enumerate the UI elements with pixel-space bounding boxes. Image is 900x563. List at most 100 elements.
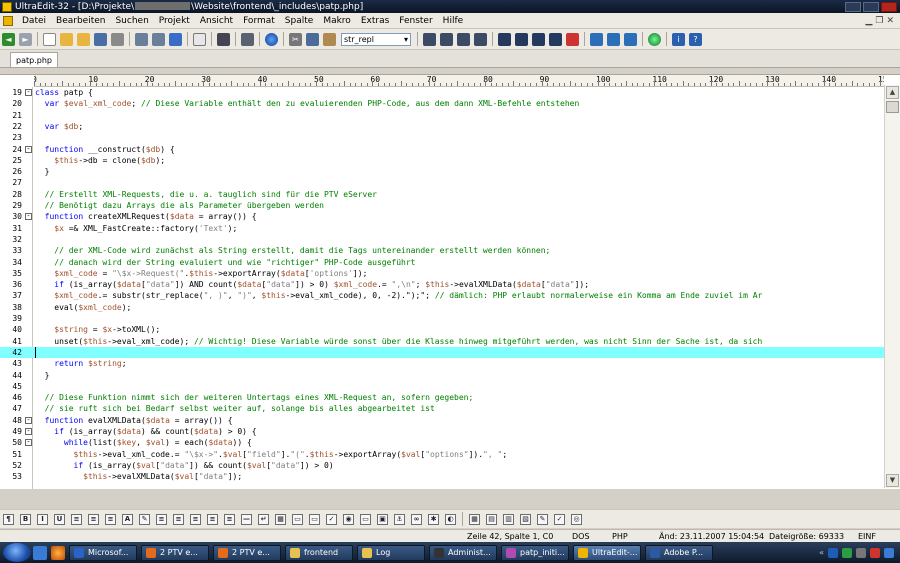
fold-toggle-icon[interactable]: - — [25, 439, 32, 447]
code-text[interactable]: // sie ruft sich bei Bedarf selbst weite… — [35, 403, 435, 414]
tray-expand-icon[interactable]: « — [819, 548, 824, 557]
find-icon[interactable] — [498, 32, 511, 46]
code-line[interactable]: 36 if (is_array($data["data"]) AND count… — [0, 279, 884, 290]
security-icon[interactable] — [870, 547, 880, 558]
code-text[interactable]: $this->eval_xml_code.= "\$x->".$val["fie… — [35, 449, 508, 460]
table-row-icon[interactable]: ▤ — [486, 513, 497, 525]
code-line[interactable]: 39 — [0, 313, 884, 324]
code-text[interactable]: $this->db = clone($db); — [35, 155, 165, 166]
close-button[interactable] — [881, 1, 897, 12]
css-icon[interactable]: ✎ — [537, 513, 548, 525]
code-text[interactable]: $xml_code.= substr(str_replace(", )", ")… — [35, 290, 762, 301]
table-icon[interactable]: ▦ — [275, 513, 286, 525]
anchor-icon[interactable]: ⚓ — [394, 513, 405, 525]
align-left-icon[interactable] — [423, 32, 436, 46]
start-button[interactable] — [3, 543, 31, 562]
taskbar-button[interactable]: Adobe P... — [645, 544, 713, 561]
code-line[interactable]: 45 — [0, 381, 884, 392]
fold-toggle-icon[interactable]: - — [25, 145, 32, 153]
checkbox-icon[interactable]: ✓ — [326, 513, 337, 525]
code-line[interactable]: 33 // der XML-Code wird zunächst als Str… — [0, 245, 884, 256]
forward-arrow-icon[interactable]: ► — [19, 32, 32, 46]
code-text[interactable]: $xml_code = "\$x->Request(".$this->expor… — [35, 268, 367, 279]
code-text[interactable]: $x =& XML_FastCreate::factory('Text'); — [35, 223, 237, 234]
table-properties-icon[interactable]: ▧ — [520, 513, 531, 525]
scroll-thumb[interactable] — [886, 101, 899, 113]
menu-hilfe[interactable]: Hilfe — [438, 16, 468, 26]
browser-preview-icon[interactable]: ◎ — [571, 513, 582, 525]
code-text[interactable]: $string = $x->toXML(); — [35, 324, 160, 335]
taskbar-button[interactable]: 2 PTV e... — [141, 544, 209, 561]
horizontal-rule-icon[interactable]: — — [241, 513, 252, 525]
html-paragraph-icon[interactable]: ¶ — [3, 513, 14, 525]
code-line[interactable]: 34 // danach wird der String evaluiert u… — [0, 257, 884, 268]
document-icon[interactable] — [3, 15, 13, 26]
menu-datei[interactable]: Datei — [17, 16, 51, 26]
doc-minimize-icon[interactable]: ▁ — [865, 16, 872, 26]
fold-toggle-icon[interactable]: - — [25, 213, 32, 221]
back-arrow-icon[interactable]: ◄ — [2, 32, 15, 46]
open-recent-icon[interactable] — [77, 32, 90, 46]
fold-toggle-icon[interactable]: - — [25, 89, 32, 96]
code-lines[interactable]: 19- class patp {20 var $eval_xml_code; //… — [0, 87, 884, 489]
outdent-icon[interactable]: ≡ — [224, 513, 235, 525]
code-line[interactable]: 37 $xml_code.= substr(str_replace(", )",… — [0, 290, 884, 301]
code-line[interactable]: 52 if (is_array($val["data"]) && count($… — [0, 460, 884, 471]
code-text[interactable]: return $string; — [35, 358, 126, 369]
copy-icon[interactable] — [306, 32, 319, 46]
bluetooth-icon[interactable] — [828, 547, 838, 558]
cut-icon[interactable]: ✂ — [289, 32, 302, 46]
code-text[interactable]: eval($xml_code); — [35, 302, 131, 313]
code-line[interactable]: 24- function __construct($db) { — [0, 144, 884, 155]
taskbar-button[interactable]: frontend — [285, 544, 353, 561]
chevron-down-icon[interactable]: ▾ — [404, 35, 408, 44]
editor-area[interactable]: 0102030405060708090100110120130140150 19… — [0, 74, 900, 489]
code-line[interactable]: 50- while(list($key, $val) = each($data)… — [0, 437, 884, 448]
menu-ansicht[interactable]: Ansicht — [195, 16, 238, 26]
minimize-button[interactable] — [845, 1, 861, 12]
code-text[interactable]: } — [35, 166, 50, 177]
unordered-list-icon[interactable]: ≡ — [88, 513, 99, 525]
code-text[interactable]: var $db; — [35, 121, 84, 132]
code-text[interactable]: class patp { — [35, 87, 93, 98]
code-text[interactable]: unset($this->eval_xml_code); // Wichtig!… — [35, 336, 762, 347]
ordered-list-icon[interactable]: ≡ — [71, 513, 82, 525]
code-line[interactable]: 47 // sie ruft sich bei Bedarf selbst we… — [0, 403, 884, 414]
radio-button-icon[interactable]: ◉ — [343, 513, 354, 525]
text-field-icon[interactable]: ▭ — [309, 513, 320, 525]
new-file-icon[interactable] — [43, 32, 56, 46]
code-line[interactable]: 42 — [0, 346, 884, 359]
code-text[interactable]: if (is_array($val["data"]) && count($val… — [35, 460, 334, 471]
tab-patp-php[interactable]: patp.php — [10, 52, 58, 67]
taskbar-button[interactable]: patp_initi... — [501, 544, 569, 561]
print-icon[interactable] — [135, 32, 148, 46]
menu-projekt[interactable]: Projekt — [154, 16, 195, 26]
code-line[interactable]: 26 } — [0, 166, 884, 177]
quicklaunch-desktop-icon[interactable] — [33, 545, 47, 560]
align-center-icon[interactable]: ≡ — [173, 513, 184, 525]
menu-fenster[interactable]: Fenster — [394, 16, 437, 26]
menu-bearbeiten[interactable]: Bearbeiten — [51, 16, 110, 26]
scroll-up-icon[interactable]: ▲ — [886, 86, 899, 99]
code-text[interactable]: // Benötigt dazu Arrays die als Paramete… — [35, 200, 324, 211]
code-line[interactable]: 19- class patp { — [0, 87, 884, 98]
code-line[interactable]: 27 — [0, 177, 884, 188]
menu-extras[interactable]: Extras — [356, 16, 394, 26]
paste-icon[interactable] — [323, 32, 336, 46]
word-wrap-icon[interactable] — [217, 32, 230, 46]
doc-close-icon[interactable]: ✕ — [886, 16, 894, 26]
code-text[interactable]: function createXMLRequest($data = array(… — [35, 211, 257, 222]
table-cell-icon[interactable]: ▥ — [503, 513, 514, 525]
code-line[interactable]: 51 $this->eval_xml_code.= "\$x->".$val["… — [0, 449, 884, 460]
clipboard-combo[interactable]: str_repl ▾ — [341, 32, 411, 46]
code-line[interactable]: 43 return $string; — [0, 358, 884, 369]
taskbar-button[interactable]: 2 PTV e... — [213, 544, 281, 561]
hex-mode-icon[interactable] — [241, 32, 254, 46]
help-icon[interactable]: i — [672, 32, 685, 46]
validate-icon[interactable]: ✓ — [554, 513, 565, 525]
taskbar-button[interactable]: UltraEdit-... — [573, 544, 641, 561]
align-right-icon[interactable]: ≡ — [190, 513, 201, 525]
vertical-scrollbar[interactable]: ▲ ▼ — [884, 85, 900, 488]
find-next-icon[interactable] — [515, 32, 528, 46]
code-line[interactable]: 28 // Erstellt XML-Requests, die u. a. t… — [0, 189, 884, 200]
